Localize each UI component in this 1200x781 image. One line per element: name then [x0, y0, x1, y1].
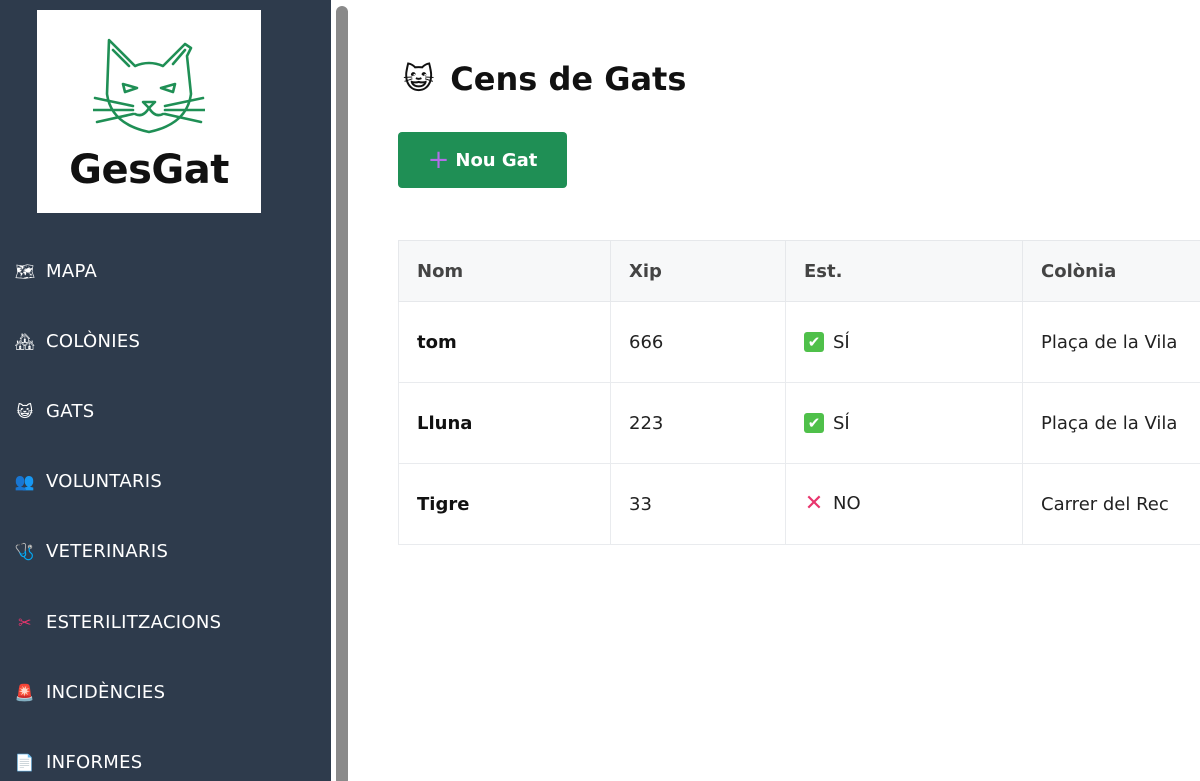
cell-xip: 223 — [610, 382, 786, 464]
sidebar-item-label: ESTERILITZACIONS — [46, 611, 222, 633]
est-label: SÍ — [833, 412, 850, 434]
page-title-text: Cens de Gats — [450, 60, 687, 98]
people-icon: 👥 — [14, 471, 36, 491]
sidebar-item-label: COLÒNIES — [46, 330, 141, 352]
cats-table: Nom Xip Est. Colònia tom 666 ✔ SÍ Plaça … — [398, 240, 1200, 545]
table-row[interactable]: Tigre 33 ✕ NO Carrer del Rec — [398, 463, 1200, 545]
check-icon: ✔ — [804, 413, 824, 434]
sidebar-item-voluntaris[interactable]: 👥 VOLUNTARIS — [14, 466, 162, 496]
sidebar-item-veterinaris[interactable]: 🩺 VETERINARIS — [14, 536, 168, 566]
cell-est: ✕ NO — [785, 463, 1023, 545]
cell-colonia: Plaça de la Vila — [1022, 382, 1200, 464]
sidebar-item-label: MAPA — [46, 260, 98, 282]
est-label: NO — [833, 493, 861, 514]
scissors-icon: ✂ — [18, 612, 32, 632]
table-row[interactable]: Lluna 223 ✔ SÍ Plaça de la Vila — [398, 382, 1200, 464]
cell-colonia: Plaça de la Vila — [1022, 301, 1200, 383]
document-icon: 📄 — [14, 752, 36, 772]
column-header-xip[interactable]: Xip — [610, 240, 786, 302]
plus-icon: + — [427, 145, 450, 175]
sidebar-item-label: GATS — [46, 400, 95, 422]
column-header-colonia[interactable]: Colònia — [1022, 240, 1200, 302]
cell-xip: 33 — [610, 463, 786, 545]
sidebar-item-label: INFORMES — [46, 751, 143, 773]
column-header-est[interactable]: Est. — [785, 240, 1023, 302]
siren-icon: 🚨 — [14, 682, 36, 702]
logo[interactable]: GesGat — [37, 10, 261, 213]
sidebar-item-esterilitzacions[interactable]: ✂ ESTERILITZACIONS — [14, 607, 221, 637]
cell-colonia: Carrer del Rec — [1022, 463, 1200, 545]
cat-face-icon: 😺 — [403, 62, 435, 96]
column-header-nom[interactable]: Nom — [398, 240, 611, 302]
table-row[interactable]: tom 666 ✔ SÍ Plaça de la Vila — [398, 301, 1200, 383]
stethoscope-icon: 🩺 — [14, 541, 36, 561]
sidebar-item-label: INCIDÈNCIES — [46, 681, 166, 703]
cell-nom: Tigre — [398, 463, 611, 545]
cell-est: ✔ SÍ — [785, 301, 1023, 383]
cross-icon: ✕ — [804, 491, 824, 516]
cell-xip: 666 — [610, 301, 786, 383]
cell-est: ✔ SÍ — [785, 382, 1023, 464]
sidebar-item-label: VOLUNTARIS — [46, 470, 163, 492]
cell-nom: Lluna — [398, 382, 611, 464]
sidebar-item-gats[interactable]: 😺 GATS — [14, 396, 95, 426]
sidebar: GesGat 🗺 MAPA 🏘 COLÒNIES 😺 GATS 👥 VOLUNT… — [0, 0, 331, 781]
sidebar-item-informes[interactable]: 📄 INFORMES — [14, 747, 143, 777]
sidebar-item-incidencies[interactable]: 🚨 INCIDÈNCIES — [14, 677, 165, 707]
cat-logo-icon — [93, 38, 205, 134]
page-title: 😺 Cens de Gats — [403, 60, 686, 98]
est-label: SÍ — [833, 331, 850, 353]
sidebar-item-label: VETERINARIS — [46, 540, 169, 562]
houses-icon: 🏘 — [14, 331, 36, 351]
new-cat-button-label: Nou Gat — [455, 149, 538, 171]
sidebar-item-mapa[interactable]: 🗺 MAPA — [14, 256, 97, 286]
logo-text: GesGat — [69, 147, 229, 193]
cell-nom: tom — [398, 301, 611, 383]
cat-face-icon: 😺 — [16, 401, 34, 421]
map-icon: 🗺 — [14, 261, 36, 281]
table-header-row: Nom Xip Est. Colònia — [398, 240, 1200, 302]
check-icon: ✔ — [804, 332, 824, 353]
new-cat-button[interactable]: + Nou Gat — [398, 132, 567, 188]
sidebar-item-colonies[interactable]: 🏘 COLÒNIES — [14, 326, 140, 356]
sidebar-scrollbar-thumb[interactable] — [336, 6, 348, 781]
